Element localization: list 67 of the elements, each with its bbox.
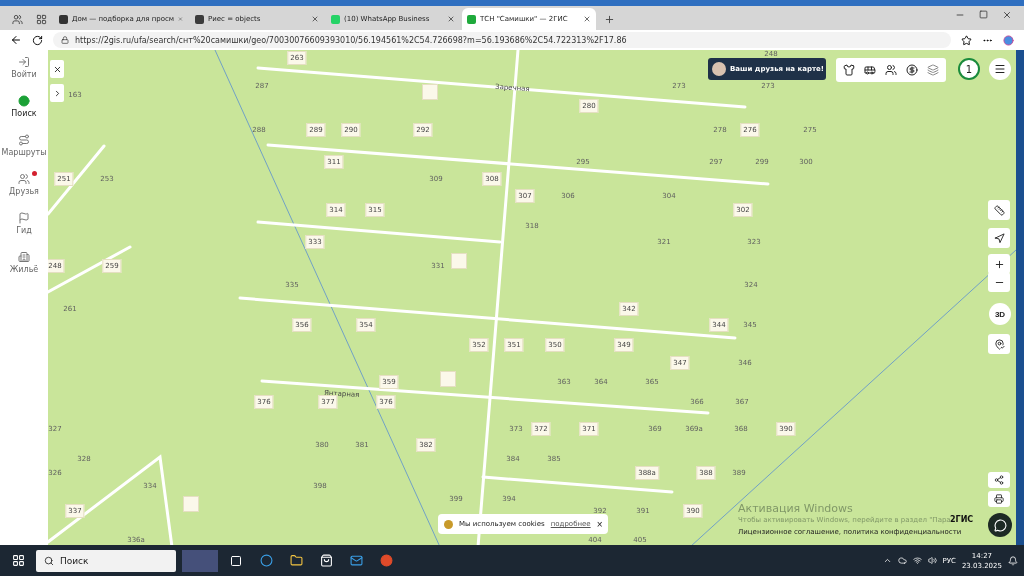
- sidebar-item[interactable]: Поиск: [11, 95, 37, 127]
- brand-logo: 2ГИС: [950, 515, 974, 524]
- route-icon: [18, 134, 30, 146]
- view-3d-button[interactable]: 3D: [989, 303, 1011, 325]
- location-icon: [993, 232, 1005, 244]
- lock-icon: [61, 36, 69, 44]
- favicon-icon: [195, 14, 204, 24]
- sidebar-item[interactable]: Маршруты: [1, 134, 47, 166]
- address-bar[interactable]: https://2gis.ru/ufa/search/снт%20самишки/geo/70030076609393010/56.194561%2C54.726698?m=56.193686%2C54.722313%2F17.86: [53, 32, 951, 48]
- login-icon: [18, 56, 30, 68]
- sidebar-item[interactable]: Друзья: [9, 173, 39, 205]
- print-button[interactable]: [988, 491, 1010, 507]
- favicon-icon: [331, 14, 340, 24]
- map-pin-button[interactable]: [988, 334, 1010, 354]
- coin-icon: [906, 64, 918, 76]
- network-icon[interactable]: [912, 556, 922, 565]
- avatar: [712, 62, 726, 76]
- sidebar-item[interactable]: Жильё: [9, 251, 39, 283]
- close-icon[interactable]: [311, 15, 319, 23]
- layers-icon: [927, 64, 939, 76]
- bus-icon: [864, 64, 876, 76]
- chevron-icon[interactable]: [882, 556, 892, 565]
- share-icon: [994, 475, 1004, 485]
- chat-icon: [993, 518, 1007, 532]
- cookie-icon: [444, 519, 453, 529]
- close-button[interactable]: ×: [596, 518, 603, 530]
- favicon-icon: [59, 14, 68, 24]
- search-icon: [44, 555, 54, 566]
- close-icon[interactable]: [583, 15, 591, 23]
- close-button[interactable]: [50, 60, 64, 78]
- favorites-icon[interactable]: [961, 34, 972, 46]
- printer-icon: [994, 494, 1004, 504]
- shirt-icon: [843, 64, 855, 76]
- map-pin-icon: [993, 338, 1005, 350]
- search-field[interactable]: Поиск: [36, 549, 176, 572]
- people-icon: [18, 173, 30, 185]
- sidebar-item[interactable]: Гид: [16, 212, 32, 244]
- building-tile: [422, 84, 438, 100]
- back-icon[interactable]: [10, 34, 22, 46]
- plus-icon: [993, 258, 1005, 270]
- volume-icon[interactable]: [927, 556, 937, 565]
- activation-title: Активация Windows: [738, 502, 853, 515]
- share-button[interactable]: [988, 472, 1010, 488]
- ruler-button[interactable]: [988, 200, 1010, 220]
- flag-icon: [18, 212, 30, 224]
- chat-button[interactable]: [988, 513, 1012, 537]
- counter-badge[interactable]: 1: [958, 58, 980, 80]
- people-icon: [885, 64, 897, 76]
- close-icon: [52, 64, 62, 74]
- sidebar-item[interactable]: Войти: [11, 56, 37, 88]
- cloud-icon[interactable]: [897, 556, 907, 565]
- location-button[interactable]: [988, 228, 1010, 248]
- menu-button[interactable]: [989, 58, 1011, 80]
- maximize-icon[interactable]: [979, 10, 988, 19]
- reload-icon[interactable]: [32, 34, 43, 46]
- pin-icon: [18, 95, 30, 107]
- close-icon[interactable]: [447, 15, 455, 23]
- building-tile: [451, 253, 467, 269]
- zoom-in-button[interactable]: [988, 254, 1010, 274]
- notification-icon[interactable]: [1008, 555, 1018, 566]
- building-tile: [440, 371, 456, 387]
- menu-icon: [994, 63, 1006, 75]
- ruler-icon: [993, 204, 1005, 216]
- favicon-icon: [467, 14, 476, 24]
- building-tile: [183, 496, 199, 512]
- building-icon: [18, 251, 30, 263]
- close-icon[interactable]: [1002, 10, 1012, 20]
